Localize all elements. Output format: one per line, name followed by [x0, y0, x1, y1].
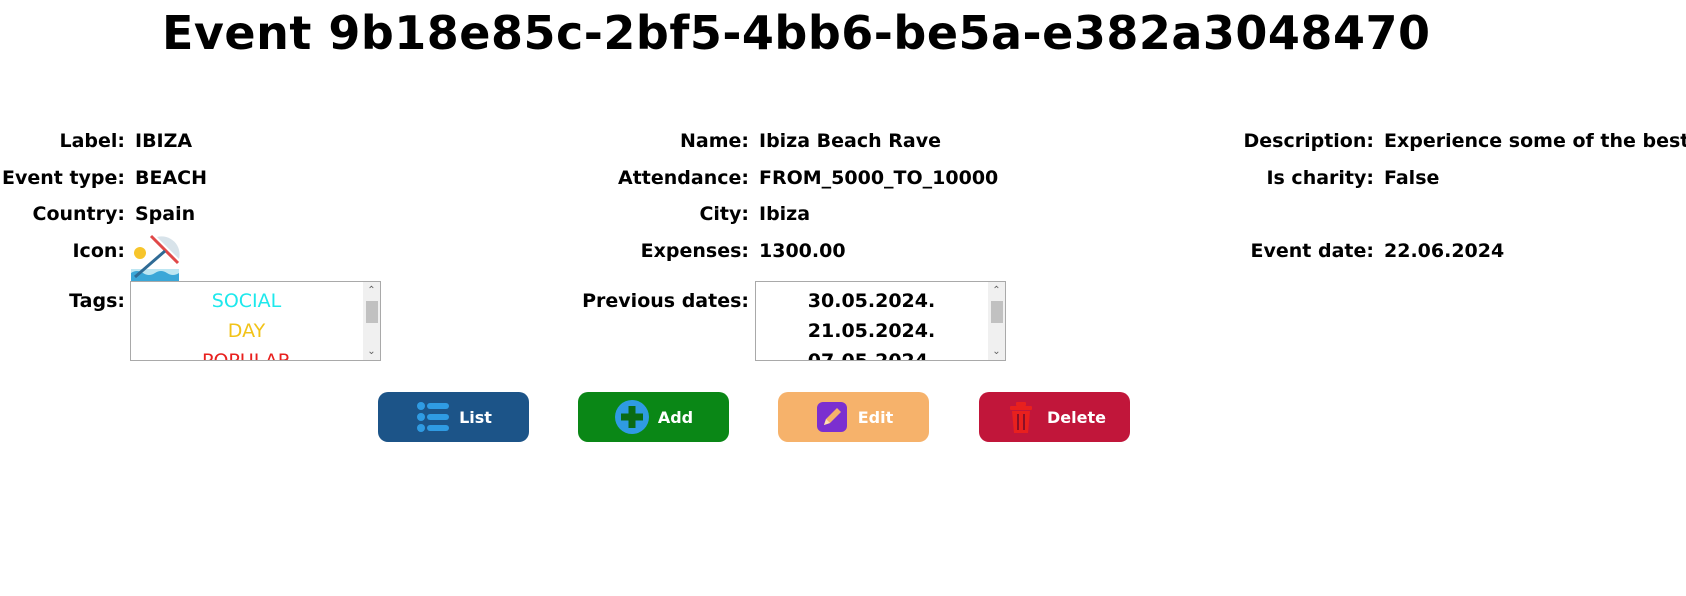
list-button[interactable]: List — [378, 392, 529, 442]
scroll-thumb[interactable] — [366, 301, 378, 323]
is-charity-value: False — [1384, 167, 1440, 189]
expenses-label: Expenses: — [640, 240, 749, 262]
tag-item[interactable]: POPULAR — [131, 346, 362, 360]
tag-item[interactable]: DAY — [131, 316, 362, 346]
scroll-thumb[interactable] — [991, 301, 1003, 323]
expenses-value: 1300.00 — [759, 240, 846, 262]
tags-listbox[interactable]: SOCIAL DAY POPULAR ⌃ ⌄ — [130, 281, 381, 361]
list-icon — [415, 399, 451, 435]
previous-dates-listbox[interactable]: 30.05.2024. 21.05.2024. 07.05.2024. ⌃ ⌄ — [755, 281, 1006, 361]
label-field-label: Label: — [59, 130, 125, 152]
attendance-value: FROM_5000_TO_10000 — [759, 167, 999, 189]
name-value: Ibiza Beach Rave — [759, 130, 941, 152]
pencil-icon — [814, 399, 850, 435]
edit-button-label: Edit — [857, 407, 894, 427]
add-button-label: Add — [657, 407, 694, 427]
label-field-value: IBIZA — [135, 130, 193, 152]
country-value: Spain — [135, 203, 196, 225]
delete-button-label: Delete — [1047, 407, 1106, 427]
is-charity-label: Is charity: — [1266, 167, 1374, 189]
event-date-value: 22.06.2024 — [1384, 240, 1505, 262]
city-value: Ibiza — [759, 203, 811, 225]
list-button-label: List — [459, 407, 492, 427]
scroll-down-icon[interactable]: ⌄ — [988, 343, 1005, 360]
beach-icon — [129, 233, 181, 281]
name-label: Name: — [679, 130, 749, 152]
scroll-up-icon[interactable]: ⌃ — [363, 282, 380, 299]
tags-label: Tags: — [69, 290, 125, 312]
scroll-down-icon[interactable]: ⌄ — [363, 343, 380, 360]
delete-button[interactable]: Delete — [979, 392, 1130, 442]
previous-date-item[interactable]: 30.05.2024. — [756, 286, 987, 316]
city-label: City: — [699, 203, 749, 225]
previous-date-item[interactable]: 21.05.2024. — [756, 316, 987, 346]
icon-label: Icon: — [72, 240, 125, 262]
page-title: Event 9b18e85c-2bf5-4bb6-be5a-e382a30484… — [162, 6, 1431, 60]
event-type-value: BEACH — [135, 167, 208, 189]
previous-date-item[interactable]: 07.05.2024. — [756, 346, 987, 360]
attendance-label: Attendance: — [618, 167, 749, 189]
country-label: Country: — [32, 203, 126, 225]
tags-scrollbar[interactable]: ⌃ ⌄ — [363, 282, 380, 360]
add-button[interactable]: Add — [578, 392, 729, 442]
previous-dates-label: Previous dates: — [582, 290, 749, 312]
event-type-label: Event type: — [1, 167, 125, 189]
plus-circle-icon — [614, 399, 650, 435]
previous-dates-scrollbar[interactable]: ⌃ ⌄ — [988, 282, 1005, 360]
description-label: Description: — [1243, 130, 1375, 152]
tag-item[interactable]: SOCIAL — [131, 286, 362, 316]
edit-button[interactable]: Edit — [778, 392, 929, 442]
description-value: Experience some of the best pa — [1384, 130, 1686, 152]
scroll-up-icon[interactable]: ⌃ — [988, 282, 1005, 299]
event-date-label: Event date: — [1250, 240, 1374, 262]
trash-icon — [1003, 399, 1039, 435]
